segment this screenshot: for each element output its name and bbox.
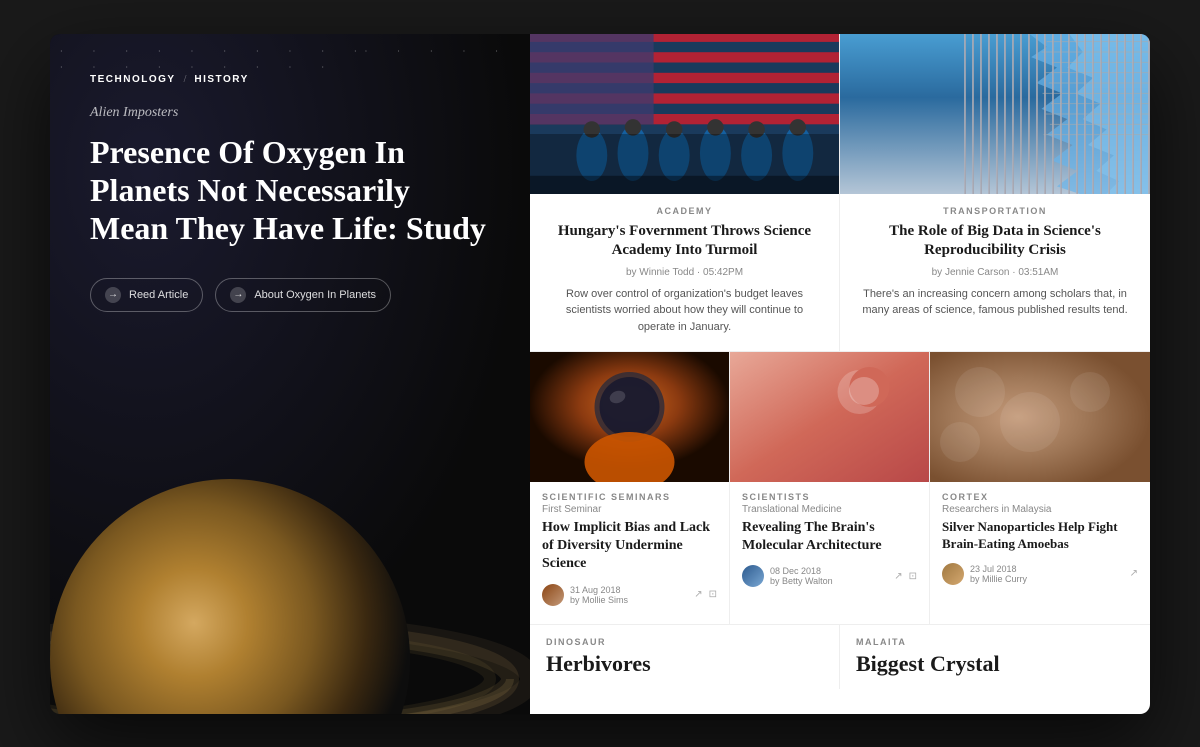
bottom-row: DINOSAUR Herbivores MALAITA Biggest Crys… <box>530 625 1150 689</box>
breadcrumb-cat1: TECHNOLOGY <box>90 74 176 85</box>
middle-row: SCIENTIFIC SEMINARS First Seminar How Im… <box>530 352 1150 625</box>
article-card-5[interactable]: CORTEX Researchers in Malaysia Silver Na… <box>930 352 1150 624</box>
bookmark-icon-2[interactable]: ⊡ <box>909 571 917 582</box>
card-category-3: SCIENTIFIC SEMINARS <box>542 492 717 502</box>
share-icon-2[interactable]: ↗ <box>894 571 902 582</box>
bottom-title-1: Herbivores <box>546 651 823 677</box>
top-row: ACADEMY Hungary's Fovernment Throws Scie… <box>530 34 1150 353</box>
card-title-1: Hungary's Fovernment Throws Science Acad… <box>546 222 823 261</box>
card-subcategory-3: First Seminar <box>542 504 717 515</box>
article-title: Presence Of Oxygen In Planets Not Necess… <box>90 133 490 248</box>
card-subcategory-4: Translational Medicine <box>742 504 917 515</box>
article-card-1[interactable]: ACADEMY Hungary's Fovernment Throws Scie… <box>530 34 840 352</box>
card-category-1: ACADEMY <box>546 206 823 216</box>
article-card-2[interactable]: TRANSPORTATION The Role of Big Data in S… <box>840 34 1150 352</box>
bottom-card-2[interactable]: MALAITA Biggest Crystal <box>840 625 1150 689</box>
card-title-2: The Role of Big Data in Science's Reprod… <box>856 222 1134 261</box>
card-category-5: CORTEX <box>942 492 1138 502</box>
card-content-2: TRANSPORTATION The Role of Big Data in S… <box>840 194 1150 335</box>
button-group: → Reed Article → About Oxygen In Planets <box>90 278 490 312</box>
article-author-5: by Millie Curry <box>970 574 1027 584</box>
bottom-category-2: MALAITA <box>856 637 1134 647</box>
card-category-2: TRANSPORTATION <box>856 206 1134 216</box>
about-oxygen-button[interactable]: → About Oxygen In Planets <box>215 278 391 312</box>
card-title-5: Silver Nanoparticles Help Fight Brain-Ea… <box>942 519 1138 553</box>
card-meta-3: 31 Aug 2018 by Mollie Sims ↗ ⊡ <box>542 584 717 606</box>
skin-texture-image <box>930 352 1150 482</box>
arrow-icon: → <box>105 287 121 303</box>
bottom-card-1[interactable]: DINOSAUR Herbivores <box>530 625 840 689</box>
breadcrumb-sep: / <box>184 74 187 85</box>
card-category-4: SCIENTISTS <box>742 492 917 502</box>
card-excerpt-2: There's an increasing concern among scho… <box>856 286 1134 319</box>
astronauts-image <box>530 34 839 194</box>
meta-icons-3: ↗ ⊡ <box>694 589 717 600</box>
bookmark-icon[interactable]: ⊡ <box>709 589 717 600</box>
planet-rings-svg <box>50 459 530 714</box>
article-author-4: by Betty Walton <box>770 576 833 586</box>
right-panel[interactable]: ACADEMY Hungary's Fovernment Throws Scie… <box>530 34 1150 714</box>
left-content: TECHNOLOGY / HISTORY Alien Imposters Pre… <box>50 34 530 342</box>
card-byline-2: by Jennie Carson · 03:51AM <box>856 267 1134 278</box>
card-excerpt-1: Row over control of organization's budge… <box>546 286 823 336</box>
card-meta-4: 08 Dec 2018 by Betty Walton ↗ ⊡ <box>742 565 917 587</box>
article-author-3: by Mollie Sims <box>570 595 628 605</box>
avatar-3 <box>942 563 964 585</box>
left-panel: TECHNOLOGY / HISTORY Alien Imposters Pre… <box>50 34 530 714</box>
browser-window: TECHNOLOGY / HISTORY Alien Imposters Pre… <box>50 34 1150 714</box>
card-content-1: ACADEMY Hungary's Fovernment Throws Scie… <box>530 194 839 352</box>
bottom-category-1: DINOSAUR <box>546 637 823 647</box>
meta-icons-4: ↗ ⊡ <box>894 571 917 582</box>
card-content-4: SCIENTISTS Translational Medicine Reveal… <box>730 482 929 605</box>
card-subcategory-5: Researchers in Malaysia <box>942 504 1138 515</box>
article-date-4: 08 Dec 2018 <box>770 566 833 576</box>
bottom-title-2: Biggest Crystal <box>856 651 1134 677</box>
article-date-3: 31 Aug 2018 <box>570 585 628 595</box>
avatar-2 <box>742 565 764 587</box>
card-meta-5: 23 Jul 2018 by Millie Curry ↗ <box>942 563 1138 585</box>
meta-icons-5: ↗ <box>1130 568 1138 579</box>
article-card-4[interactable]: SCIENTISTS Translational Medicine Reveal… <box>730 352 930 624</box>
share-icon[interactable]: ↗ <box>694 589 702 600</box>
arrow-icon-2: → <box>230 287 246 303</box>
article-subtitle: Alien Imposters <box>90 105 490 121</box>
peach-moon-image <box>730 352 929 482</box>
card-byline-1: by Winnie Todd · 05:42PM <box>546 267 823 278</box>
share-icon-3[interactable]: ↗ <box>1130 568 1138 579</box>
breadcrumb: TECHNOLOGY / HISTORY <box>90 74 490 85</box>
breadcrumb-cat2: HISTORY <box>194 74 248 85</box>
article-card-3[interactable]: SCIENTIFIC SEMINARS First Seminar How Im… <box>530 352 730 624</box>
card-title-3: How Implicit Bias and Lack of Diversity … <box>542 519 717 574</box>
card-content-5: CORTEX Researchers in Malaysia Silver Na… <box>930 482 1150 603</box>
read-article-button[interactable]: → Reed Article <box>90 278 203 312</box>
card-content-3: SCIENTIFIC SEMINARS First Seminar How Im… <box>530 482 729 624</box>
avatar-1 <box>542 584 564 606</box>
blue-texture-image <box>840 34 1150 194</box>
card-title-4: Revealing The Brain's Molecular Architec… <box>742 519 917 555</box>
astronaut-suit-image <box>530 352 729 482</box>
article-date-5: 23 Jul 2018 <box>970 564 1027 574</box>
